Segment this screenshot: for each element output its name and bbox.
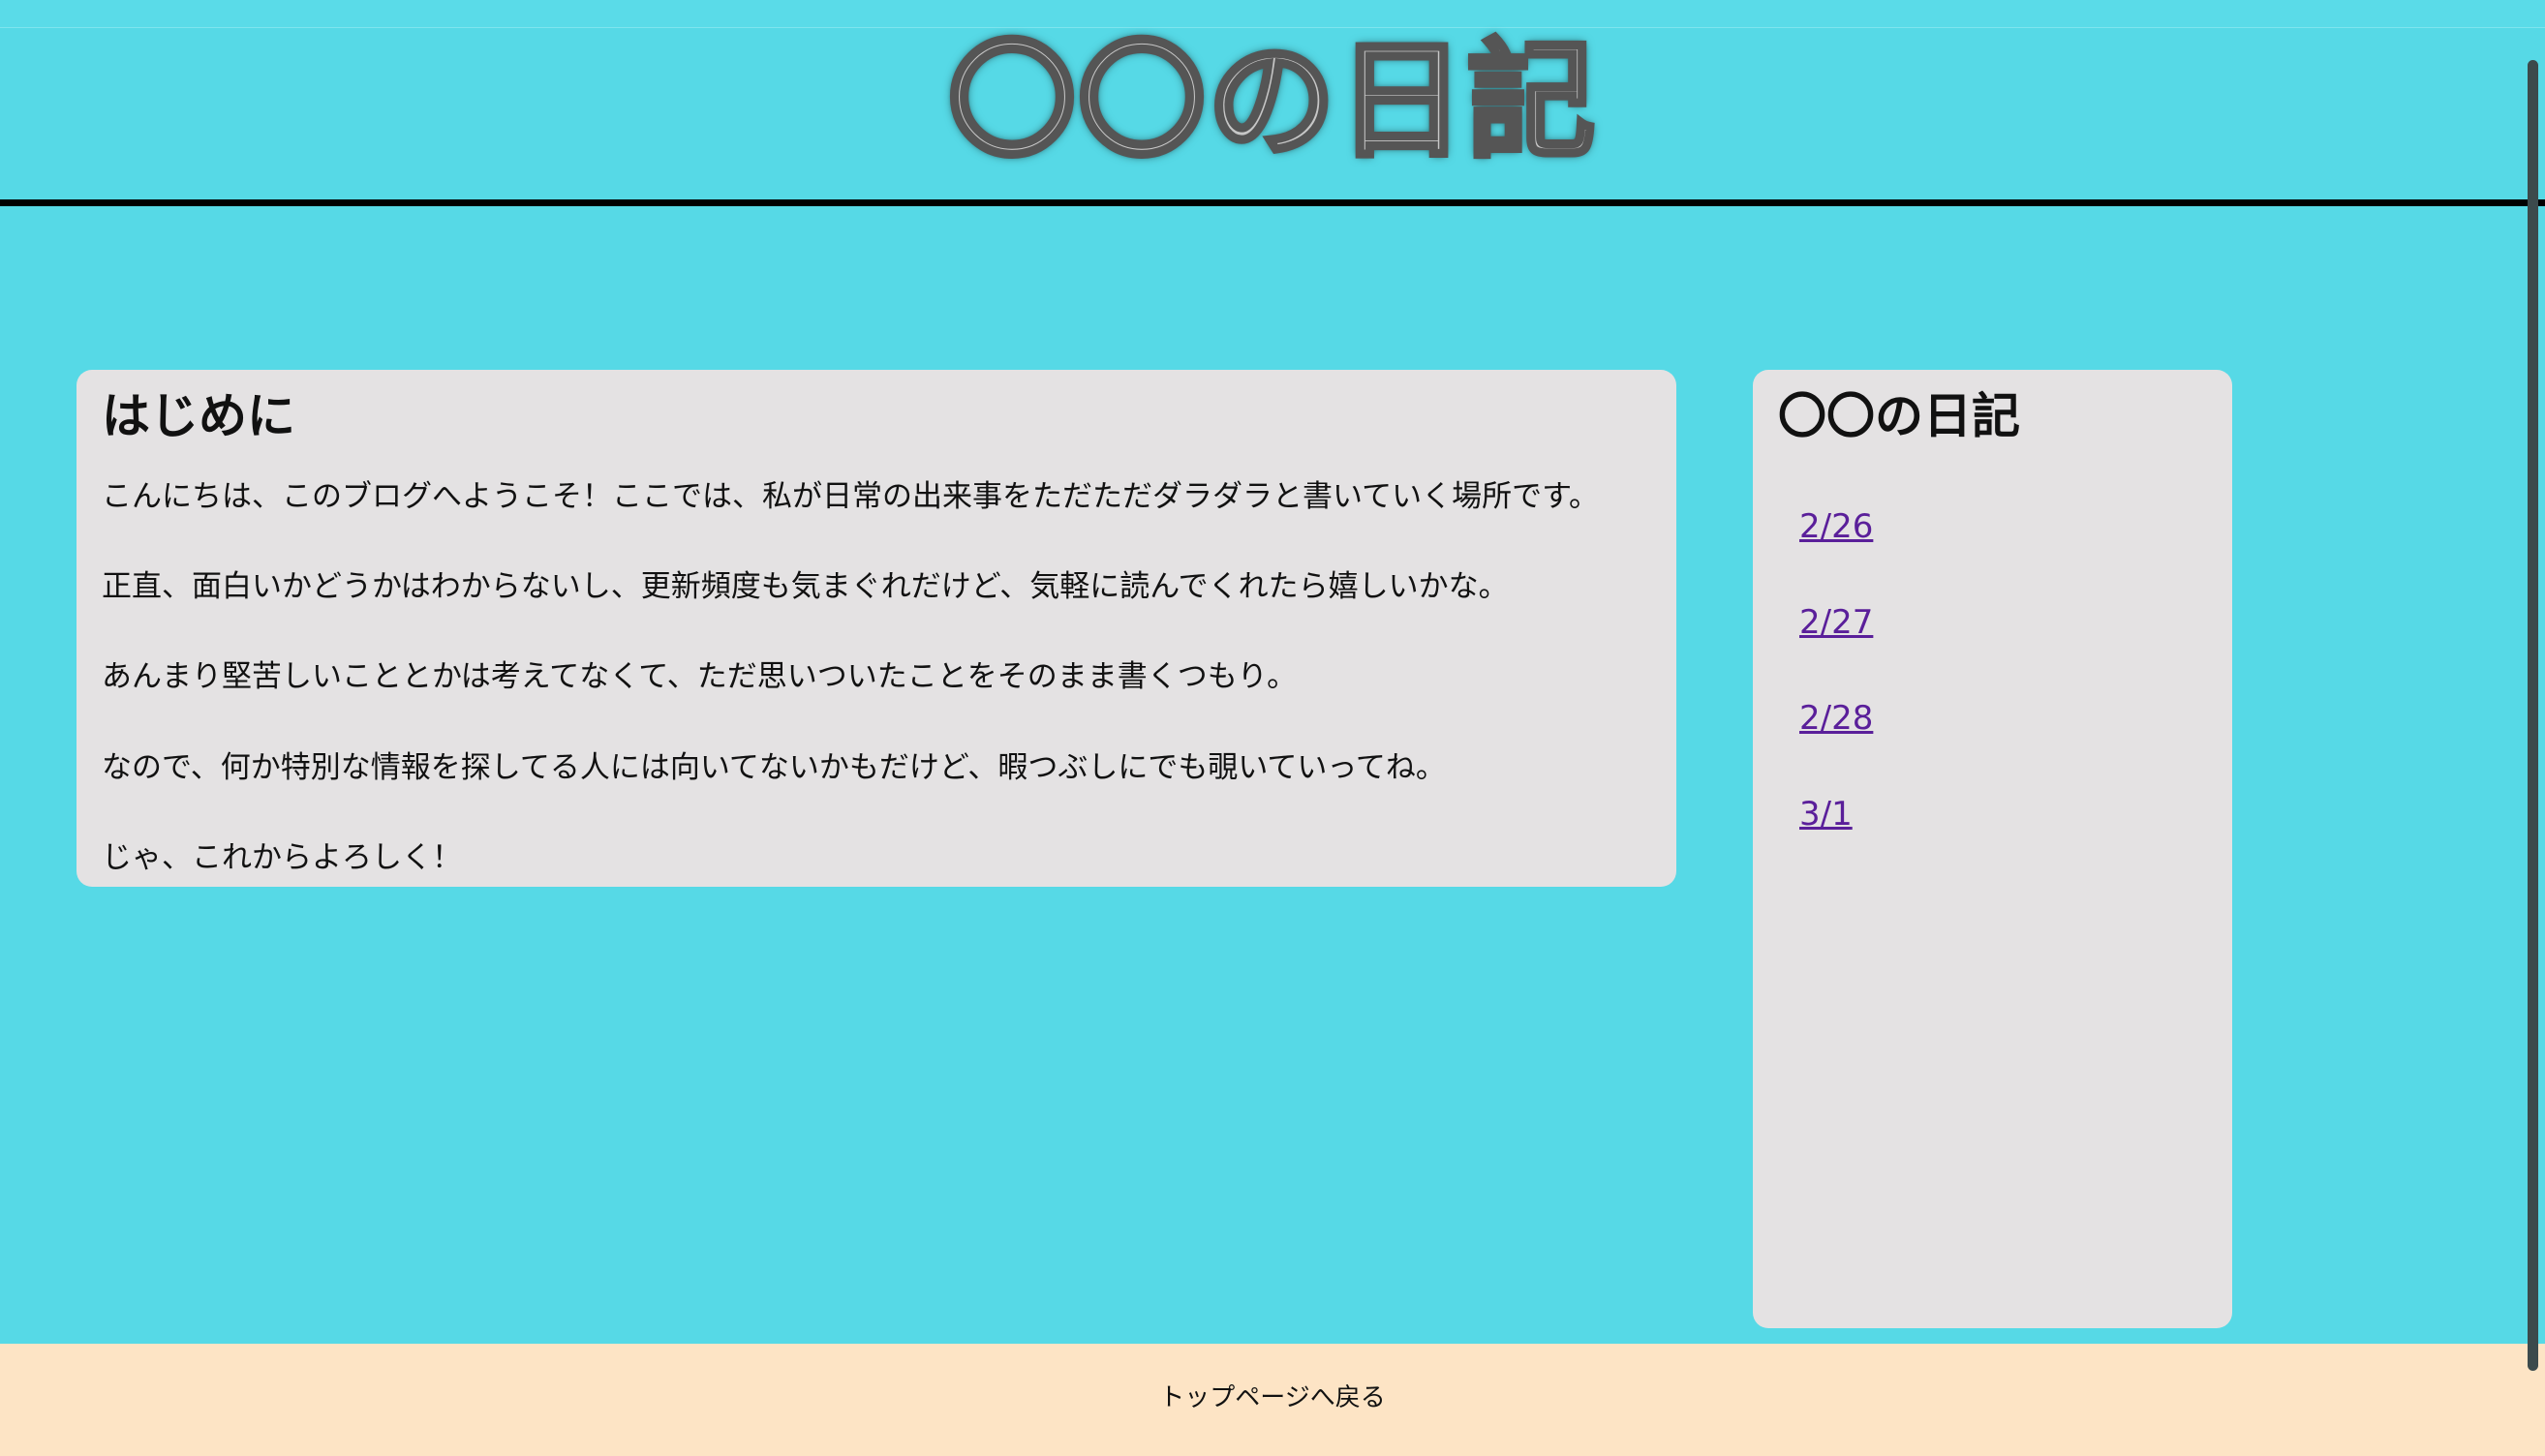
header-divider	[0, 199, 2545, 206]
intro-heading: はじめに	[102, 388, 295, 444]
intro-paragraph-2: 正直、面白いかどうかはわからないし、更新頻度も気まぐれだけど、気軽に読んでくれた…	[102, 569, 1509, 604]
site-title: 〇〇の日記	[946, 25, 1598, 179]
diary-link-2-27[interactable]: 2/27	[1799, 601, 1873, 644]
sidebar-title: 〇〇の日記	[1778, 388, 2020, 444]
scrollbar-thumb[interactable]	[2528, 60, 2538, 1371]
diary-link-2-28[interactable]: 2/28	[1799, 697, 1873, 740]
intro-paragraph-1: こんにちは、このブログへようこそ！ここでは、私が日常の出来事をただただダラダラと…	[102, 479, 1599, 514]
intro-card: はじめに こんにちは、このブログへようこそ！ここでは、私が日常の出来事をただただ…	[77, 370, 1676, 887]
diary-link-2-26[interactable]: 2/26	[1799, 505, 1873, 548]
diary-sidebar: 〇〇の日記 2/26 2/27 2/28 3/1	[1753, 370, 2232, 1328]
intro-paragraph-4: なので、何か特別な情報を探してる人には向いてないかもだけど、暇つぶしにでも覗いて…	[102, 750, 1446, 785]
site-footer: トップページへ戻る	[0, 1344, 2545, 1456]
diary-link-3-1[interactable]: 3/1	[1799, 793, 1853, 835]
intro-paragraph-5: じゃ、これからよろしく！	[102, 840, 462, 875]
intro-paragraph-3: あんまり堅苦しいこととかは考えてなくて、ただ思いついたことをそのまま書くつもり。	[102, 659, 1298, 694]
site-header: 〇〇の日記	[0, 0, 2545, 206]
back-to-top-page-link[interactable]: トップページへ戻る	[0, 1379, 2545, 1417]
